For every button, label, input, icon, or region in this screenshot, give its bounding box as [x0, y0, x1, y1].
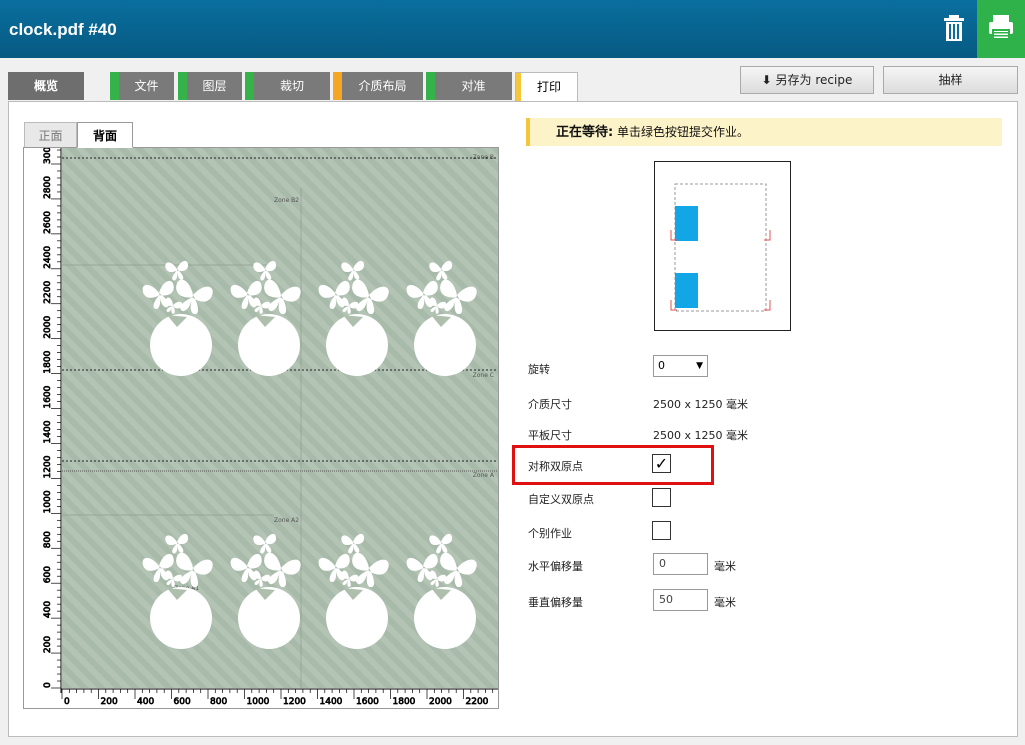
- clock-face: [150, 314, 212, 376]
- rotate-select[interactable]: 0 ▼: [653, 355, 708, 377]
- media-size-label: 介质尺寸: [528, 398, 572, 411]
- tab-overview[interactable]: 概览: [8, 72, 84, 100]
- tab-back[interactable]: 背面: [77, 122, 133, 148]
- x-tick-label: 400: [137, 697, 154, 707]
- x-tick-label: 800: [210, 697, 227, 707]
- tab-files[interactable]: 文件: [110, 72, 174, 100]
- x-tick-label: 1400: [320, 697, 343, 707]
- zone-label: Zone A2: [274, 517, 299, 524]
- x-tick-label: 0: [64, 697, 70, 707]
- status-notice: 正在等待: 单击绿色按钮提交作业。: [526, 118, 1002, 146]
- layout-thumbnail: [654, 161, 791, 331]
- clock-face: [326, 587, 388, 649]
- media-preview[interactable]: 0 200 400 600 800 1000 1200 1400 1600 1800 2000 220…: [23, 147, 499, 709]
- individual-job-checkbox[interactable]: [652, 521, 671, 540]
- clock-face: [414, 587, 476, 649]
- y-tick-label: 2800: [43, 176, 53, 199]
- tab-registration[interactable]: 对准: [426, 72, 512, 100]
- table-size-label: 平板尺寸: [528, 429, 572, 442]
- clock-face: [414, 314, 476, 376]
- x-tick-label: 1800: [393, 697, 416, 707]
- tab-layers[interactable]: 图层: [178, 72, 242, 100]
- clock-face: [326, 314, 388, 376]
- dropdown-arrow-icon: ▼: [696, 361, 703, 371]
- y-tick-label: 1600: [43, 385, 53, 408]
- vertical-offset-input[interactable]: 50: [653, 589, 708, 611]
- y-tick-label: 2600: [43, 211, 53, 234]
- sample-button[interactable]: 抽样: [883, 66, 1018, 94]
- save-as-recipe-button[interactable]: ⬇ 另存为 recipe: [740, 66, 874, 94]
- y-tick-label: 3000: [43, 148, 53, 164]
- y-tick-label: 800: [43, 531, 53, 548]
- y-tick-label: 1000: [43, 490, 53, 513]
- download-icon: ⬇: [761, 73, 772, 87]
- zone-label: Zone B: [473, 154, 494, 161]
- clock-face: [238, 587, 300, 649]
- horizontal-offset-unit: 毫米: [714, 560, 736, 573]
- page-title: clock.pdf #40: [9, 20, 117, 39]
- zone-label: Zone B2: [274, 197, 299, 204]
- y-tick-label: 1400: [43, 420, 53, 443]
- y-tick-label: 2000: [43, 315, 53, 338]
- y-tick-label: 1200: [43, 455, 53, 478]
- rotate-label: 旋转: [528, 363, 550, 376]
- vertical-offset-unit: 毫米: [714, 596, 736, 609]
- horizontal-offset-label: 水平偏移量: [528, 560, 583, 573]
- trash-icon[interactable]: [936, 10, 972, 46]
- clock-face: [238, 314, 300, 376]
- individual-job-label: 个别作业: [528, 527, 572, 540]
- y-tick-label: 2400: [43, 246, 53, 269]
- table-size-value: 2500 x 1250 毫米: [653, 429, 748, 442]
- clock-face: [150, 587, 212, 649]
- highlight-box: [512, 445, 714, 485]
- y-tick-label: 2200: [43, 281, 53, 304]
- y-tick-label: 1800: [43, 350, 53, 373]
- custom-origin-label: 自定义双原点: [528, 493, 594, 506]
- zone-label: Zone C: [473, 372, 494, 379]
- x-tick-label: 600: [174, 697, 191, 707]
- x-tick-label: 1000: [247, 697, 270, 707]
- media-size-value: 2500 x 1250 毫米: [653, 398, 748, 411]
- horizontal-offset-input[interactable]: 0: [653, 553, 708, 575]
- x-tick-label: 2200: [466, 697, 489, 707]
- tab-front[interactable]: 正面: [24, 122, 77, 148]
- tab-print[interactable]: 打印: [515, 72, 578, 102]
- print-button[interactable]: [977, 0, 1025, 58]
- x-tick-label: 2000: [429, 697, 452, 707]
- custom-origin-checkbox[interactable]: [652, 488, 671, 507]
- x-tick-label: 200: [101, 697, 118, 707]
- tab-cut[interactable]: 裁切: [245, 72, 330, 100]
- app-header: clock.pdf #40: [0, 0, 1025, 58]
- y-tick-label: 200: [43, 636, 53, 653]
- vertical-offset-label: 垂直偏移量: [528, 596, 583, 609]
- zone-label: Zone A: [473, 472, 495, 479]
- tab-media-layout[interactable]: 介质布局: [333, 72, 423, 100]
- x-tick-label: 1600: [356, 697, 379, 707]
- x-tick-label: 1200: [283, 697, 306, 707]
- y-tick-label: 0: [43, 682, 53, 688]
- y-tick-label: 400: [43, 601, 53, 618]
- y-tick-label: 600: [43, 566, 53, 583]
- printer-icon: [989, 15, 1013, 40]
